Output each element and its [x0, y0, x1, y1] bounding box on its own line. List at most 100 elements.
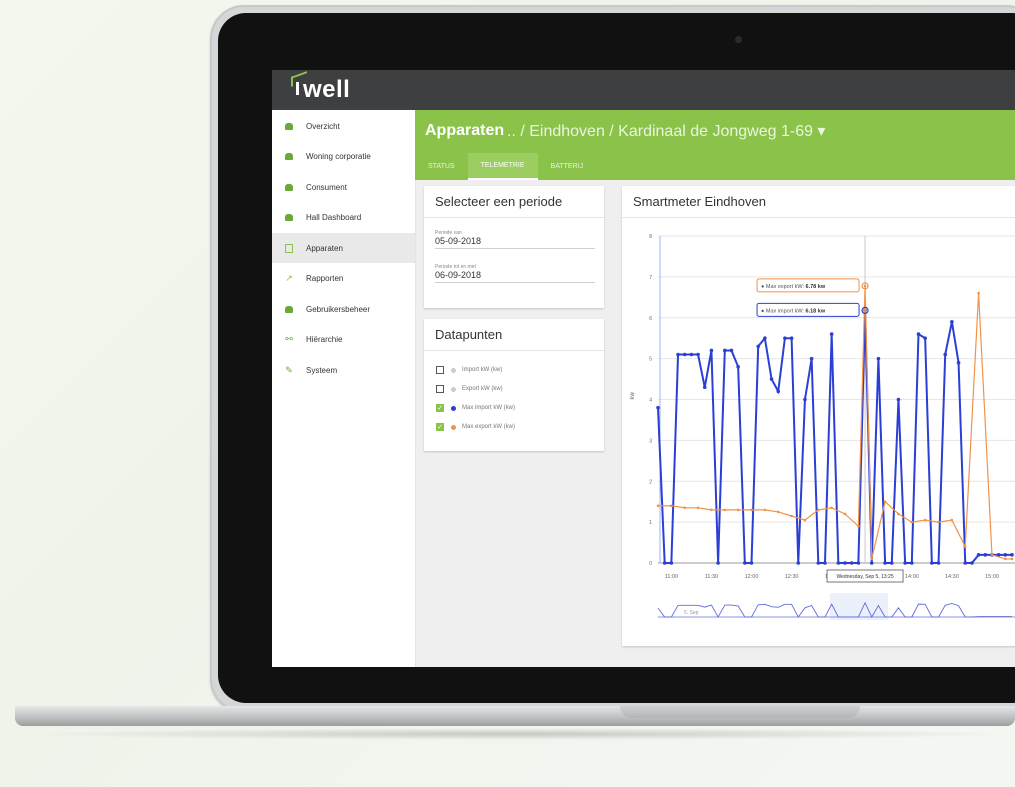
data-point — [743, 561, 747, 565]
data-point — [970, 561, 974, 565]
data-point — [910, 561, 914, 565]
sidebar-item-hall-dashboard[interactable]: Hall Dashboard — [272, 203, 415, 233]
data-point — [876, 356, 881, 361]
data-point — [736, 508, 740, 512]
data-point — [903, 561, 907, 565]
data-point — [763, 336, 767, 340]
checkbox[interactable] — [436, 385, 444, 393]
page-title: Apparaten — [425, 122, 505, 139]
data-point — [783, 336, 787, 340]
data-point — [963, 561, 968, 565]
data-point — [696, 506, 700, 510]
sidebar-item-systeem[interactable]: ✎ Systeem — [272, 355, 415, 385]
checkbox[interactable]: ✓ — [436, 423, 444, 431]
datapoints-card-title: Datapunten — [424, 319, 604, 351]
app-screen: well Overzicht Woning corporatie Consument… — [272, 70, 1015, 667]
sidebar-item-gebruikersbeheer[interactable]: Gebruikersbeheer — [272, 294, 415, 324]
data-point — [823, 561, 827, 565]
dashboard-icon — [284, 121, 294, 131]
wrench-icon: ✎ — [285, 364, 293, 375]
data-point — [930, 561, 934, 565]
sidebar-item-consument[interactable]: Consument — [272, 172, 415, 202]
sidebar-item-woning-corporatie[interactable]: Woning corporatie — [272, 142, 415, 172]
period-from-field[interactable]: Periode van 05-09-2018 — [435, 230, 595, 249]
sidebar-item-rapporten[interactable]: ↗ Rapporten — [272, 264, 415, 294]
data-point — [683, 506, 687, 510]
datapoint-item[interactable]: ✓ Max export kW (kw) — [436, 423, 515, 431]
top-bar: well — [272, 70, 1015, 110]
app-logo[interactable]: well — [291, 71, 350, 104]
series-line-max-import — [657, 310, 1012, 564]
sidebar-item-overzicht[interactable]: Overzicht — [272, 111, 415, 141]
data-point — [809, 356, 814, 361]
data-point — [689, 352, 694, 357]
period-to-field[interactable]: Periode tot en met 06-09-2018 — [435, 264, 595, 283]
data-point — [1010, 557, 1014, 561]
tab-status[interactable]: STATUS — [415, 153, 468, 180]
y-tick-label: 6 — [649, 316, 652, 322]
x-tick-label: 11:30 — [705, 574, 718, 580]
laptop-notch — [620, 706, 860, 718]
y-tick-label: 0 — [649, 561, 652, 567]
period-card: Selecteer een periode Periode van 05-09-… — [424, 186, 604, 308]
users-icon — [284, 304, 294, 314]
sidebar-item-hi-rarchie[interactable]: ⚯ Hiërarchie — [272, 325, 415, 355]
tab-bar: STATUS TELEMETRIE BATTERIJ — [415, 153, 596, 180]
data-point — [662, 561, 667, 565]
data-point — [943, 352, 948, 357]
data-point — [896, 397, 901, 402]
sidebar-item-label: Apparaten — [306, 243, 343, 253]
data-point — [916, 332, 921, 336]
data-point — [976, 553, 981, 557]
chart-svg[interactable]: 012345678kw11:0011:3012:0012:3013:0013:3… — [622, 218, 1015, 646]
y-tick-label: 2 — [649, 479, 652, 485]
datapoint-item[interactable]: ✓ Max import kW (kw) — [436, 404, 515, 412]
x-tick-label: 14:00 — [905, 574, 919, 580]
data-point — [803, 518, 807, 522]
data-point — [843, 512, 847, 516]
chart-card: Smartmeter Eindhoven 0 1 2 3 4 5 6 7 8 kw 11:00 11:… — [622, 186, 1015, 646]
datapoint-item[interactable]: Import kW (kw) — [436, 366, 502, 374]
data-point — [776, 389, 781, 394]
series-color-dot — [451, 424, 456, 430]
x-tick-label: 14:30 — [945, 574, 959, 580]
breadcrumb[interactable]: .. / Eindhoven / Kardinaal de Jongweg 1-… — [507, 121, 825, 141]
data-point — [789, 336, 794, 340]
sidebar-item-apparaten[interactable]: Apparaten — [272, 233, 415, 263]
sidebar-item-label: Rapporten — [306, 274, 344, 283]
data-point — [702, 385, 707, 390]
data-point — [857, 524, 860, 528]
data-point — [910, 520, 914, 524]
data-point — [716, 561, 720, 565]
datapoint-item[interactable]: Export kW (kw) — [436, 385, 503, 393]
tab-telemetrie[interactable]: TELEMETRIE — [467, 153, 538, 180]
data-point — [696, 352, 700, 357]
period-to-value: 06-09-2018 — [435, 270, 482, 280]
y-tick-label: 3 — [649, 438, 652, 444]
datapoint-label: Max export kW (kw) — [462, 424, 516, 430]
sidebar-item-label: Gebruikersbeheer — [306, 304, 371, 314]
dashboard-icon — [284, 213, 294, 223]
data-point — [763, 508, 767, 512]
period-from-value: 05-09-2018 — [435, 236, 482, 246]
data-point — [843, 561, 847, 565]
data-point — [897, 512, 900, 516]
sidebar-item-label: Systeem — [306, 365, 338, 375]
checkbox[interactable]: ✓ — [436, 404, 444, 412]
checkbox[interactable] — [436, 366, 444, 374]
consumer-icon — [284, 182, 294, 192]
data-point — [923, 518, 927, 522]
data-point — [849, 561, 854, 565]
y-tick-label: 8 — [649, 234, 652, 240]
datapoints-card: Datapunten Import kW (kw) Export kW (kw) ✓… — [424, 319, 604, 451]
y-tick-label: 7 — [649, 275, 652, 281]
data-point — [736, 365, 740, 369]
chart-card-title: Smartmeter Eindhoven — [622, 186, 1015, 218]
sidebar-item-label: Woning corporatie — [306, 152, 371, 161]
x-tick-label: 12:00 — [745, 574, 759, 580]
data-point — [950, 518, 954, 522]
tab-batterij[interactable]: BATTERIJ — [538, 153, 597, 180]
data-point — [776, 510, 780, 514]
sidebar-item-label: Hiërarchie — [306, 335, 343, 344]
x-tick-label: 15:00 — [985, 574, 999, 580]
